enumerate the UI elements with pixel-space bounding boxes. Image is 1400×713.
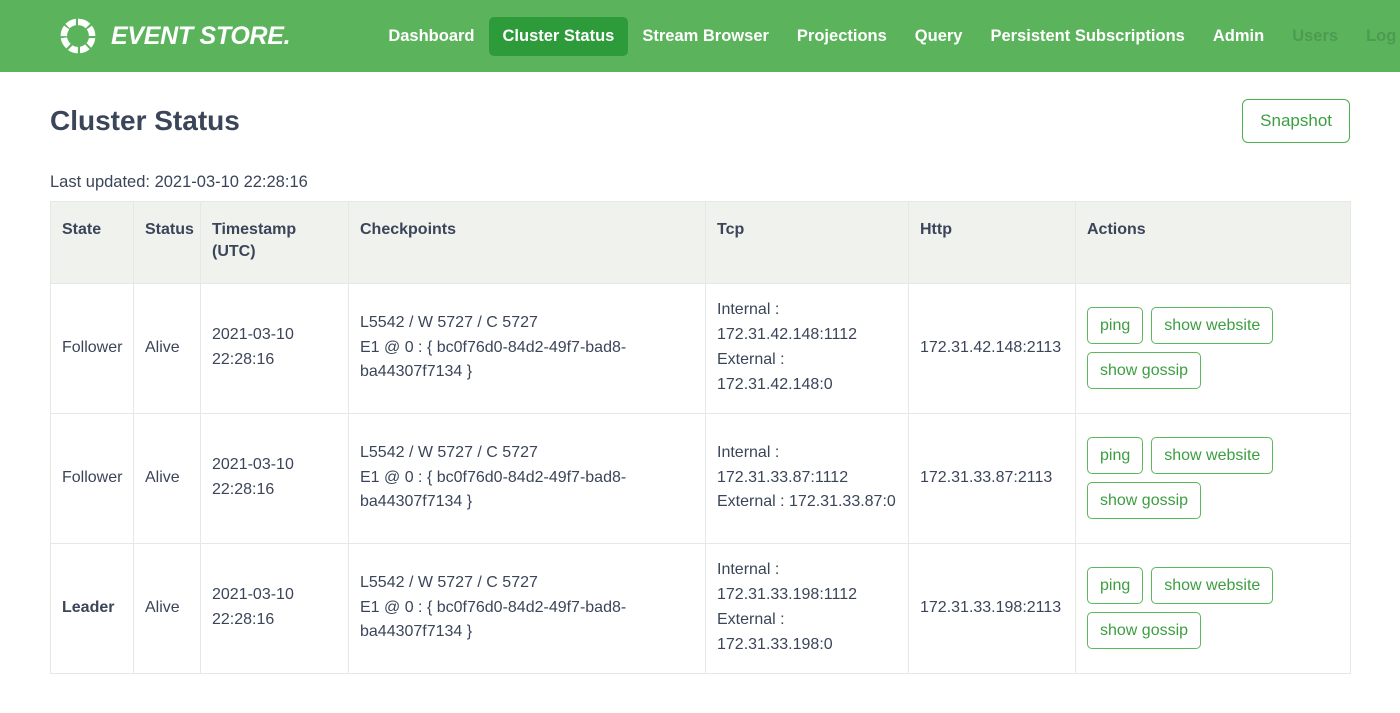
tcp-internal: Internal : 172.31.33.87:1112 [717, 443, 849, 486]
page-header: Cluster Status Snapshot [50, 72, 1350, 143]
tcp-internal: Internal : 172.31.33.198:1112 [717, 561, 857, 604]
cluster-status-table: State Status Timestamp (UTC) Checkpoints… [50, 200, 1351, 674]
cell-timestamp: 2021-03-10 22:28:16 [200, 282, 349, 414]
column-header-checkpoints[interactable]: Checkpoints [348, 200, 706, 284]
nav-item-admin[interactable]: Admin [1199, 17, 1278, 56]
show-gossip-button[interactable]: show gossip [1087, 612, 1202, 650]
cell-status: Alive [133, 542, 201, 674]
table-row: Leader Alive 2021-03-10 22:28:16 L5542 /… [50, 542, 1351, 674]
last-updated-label: Last updated: 2021-03-10 22:28:16 [50, 172, 308, 191]
tcp-external: External : 172.31.42.148:0 [717, 351, 833, 393]
nav-item-cluster-status[interactable]: Cluster Status [488, 16, 629, 56]
column-header-status[interactable]: Status [133, 200, 201, 284]
cell-timestamp: 2021-03-10 22:28:16 [200, 412, 349, 544]
cell-http: 172.31.42.148:2113 [908, 282, 1076, 414]
checkpoints-line-1: L5542 / W 5727 / C 5727 [360, 313, 538, 331]
action-button-group: ping show website show gossip [1087, 306, 1339, 390]
top-navigation-bar: EVENT STORE. Dashboard Cluster Status St… [0, 0, 1400, 72]
checkpoints-line-2: E1 @ 0 : { bc0f76d0-84d2-49f7-bad8-ba443… [360, 338, 627, 381]
table-header: State Status Timestamp (UTC) Checkpoints… [50, 200, 1351, 284]
main-nav: Dashboard Cluster Status Stream Browser … [374, 16, 1400, 56]
cell-timestamp: 2021-03-10 22:28:16 [200, 542, 349, 674]
table-row: Follower Alive 2021-03-10 22:28:16 L5542… [50, 282, 1351, 414]
eventstore-ring-logo-icon [60, 18, 96, 54]
column-header-tcp[interactable]: Tcp [705, 200, 909, 284]
cell-status: Alive [133, 282, 201, 414]
cell-http: 172.31.33.87:2113 [908, 412, 1076, 544]
cell-checkpoints: L5542 / W 5727 / C 5727 E1 @ 0 : { bc0f7… [348, 282, 706, 414]
ping-button[interactable]: ping [1087, 306, 1144, 345]
cell-checkpoints: L5542 / W 5727 / C 5727 E1 @ 0 : { bc0f7… [348, 542, 706, 674]
cell-state: Follower [50, 412, 134, 544]
page-title: Cluster Status [50, 105, 240, 136]
tcp-external: External : 172.31.33.87:0 [717, 493, 896, 511]
cell-http: 172.31.33.198:2113 [908, 542, 1076, 674]
show-gossip-button[interactable]: show gossip [1087, 352, 1202, 390]
column-header-state[interactable]: State [50, 200, 134, 284]
table-body: Follower Alive 2021-03-10 22:28:16 L5542… [50, 282, 1351, 674]
action-button-group: ping show website show gossip [1087, 566, 1339, 650]
cell-state: Follower [50, 282, 134, 414]
cell-tcp: Internal : 172.31.33.87:1112 External : … [705, 412, 909, 544]
column-header-timestamp-line1: Timestamp [212, 220, 297, 238]
checkpoints-line-1: L5542 / W 5727 / C 5727 [360, 443, 538, 461]
cell-status: Alive [133, 412, 201, 544]
show-website-button[interactable]: show website [1151, 566, 1274, 605]
column-header-http[interactable]: Http [908, 200, 1076, 284]
column-header-timestamp[interactable]: Timestamp (UTC) [200, 200, 349, 284]
nav-item-persistent-subscriptions[interactable]: Persistent Subscriptions [976, 17, 1198, 56]
snapshot-button[interactable]: Snapshot [1242, 99, 1350, 143]
nav-item-query[interactable]: Query [901, 17, 977, 56]
nav-item-dashboard[interactable]: Dashboard [374, 17, 488, 56]
show-gossip-button[interactable]: show gossip [1087, 482, 1202, 520]
page-content: Cluster Status Snapshot Last updated: 20… [0, 72, 1400, 674]
nav-item-projections[interactable]: Projections [783, 17, 901, 56]
cell-state: Leader [50, 542, 134, 674]
column-header-timestamp-line2: (UTC) [212, 242, 256, 260]
show-website-button[interactable]: show website [1151, 306, 1274, 345]
cell-tcp: Internal : 172.31.33.198:1112 External :… [705, 542, 909, 674]
column-header-actions[interactable]: Actions [1075, 200, 1351, 284]
cell-tcp: Internal : 172.31.42.148:1112 External :… [705, 282, 909, 414]
nav-item-users[interactable]: Users [1278, 17, 1352, 56]
show-website-button[interactable]: show website [1151, 436, 1274, 475]
checkpoints-line-2: E1 @ 0 : { bc0f76d0-84d2-49f7-bad8-ba443… [360, 598, 627, 641]
ping-button[interactable]: ping [1087, 566, 1144, 605]
ping-button[interactable]: ping [1087, 436, 1144, 475]
table-header-row: State Status Timestamp (UTC) Checkpoints… [50, 200, 1351, 284]
table-row: Follower Alive 2021-03-10 22:28:16 L5542… [50, 412, 1351, 544]
checkpoints-line-1: L5542 / W 5727 / C 5727 [360, 573, 538, 591]
brand-logo[interactable]: EVENT STORE. [58, 16, 291, 56]
cell-actions: ping show website show gossip [1075, 542, 1351, 674]
cell-actions: ping show website show gossip [1075, 412, 1351, 544]
cell-actions: ping show website show gossip [1075, 282, 1351, 414]
nav-item-stream-browser[interactable]: Stream Browser [628, 17, 783, 56]
tcp-external: External : 172.31.33.198:0 [717, 611, 833, 653]
tcp-internal: Internal : 172.31.42.148:1112 [717, 301, 857, 344]
checkpoints-line-2: E1 @ 0 : { bc0f76d0-84d2-49f7-bad8-ba443… [360, 468, 627, 511]
cell-checkpoints: L5542 / W 5727 / C 5727 E1 @ 0 : { bc0f7… [348, 412, 706, 544]
action-button-group: ping show website show gossip [1087, 436, 1339, 520]
brand-name: EVENT STORE. [111, 21, 291, 50]
nav-item-log-out[interactable]: Log Out [1352, 17, 1400, 56]
